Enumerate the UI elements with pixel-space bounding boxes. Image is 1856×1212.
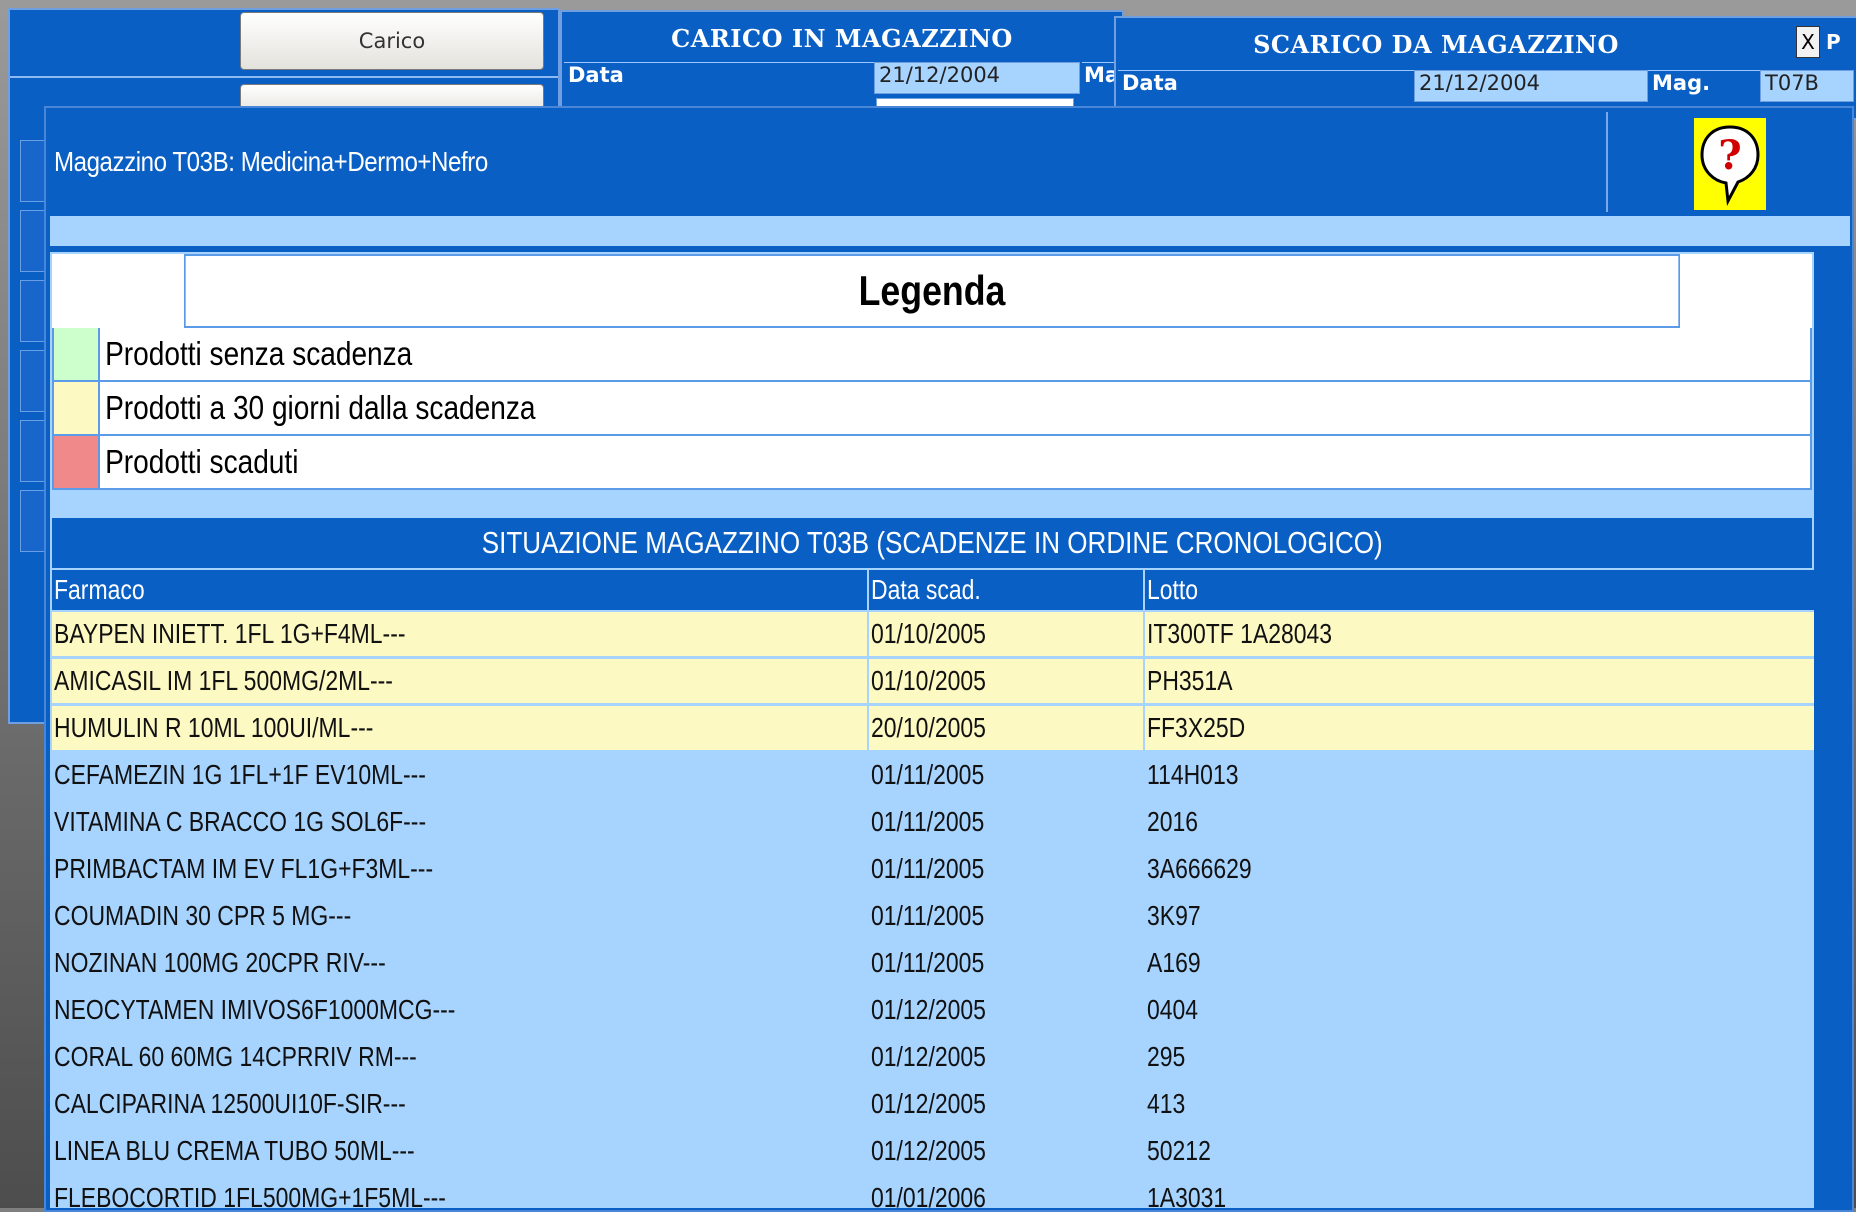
- cell-farmaco: CALCIPARINA 12500UI10F-SIR---: [52, 1080, 868, 1129]
- table-row[interactable]: NEOCYTAMEN IMIVOS6F1000MCG--- 01/12/2005 0…: [52, 986, 1814, 1035]
- carico-button[interactable]: Carico: [240, 12, 544, 70]
- cell-farmaco: VITAMINA C BRACCO 1G SOL6F---: [52, 798, 868, 847]
- legend-item: Prodotti a 30 giorni dalla scadenza: [52, 382, 1812, 436]
- legend: Legenda Prodotti senza scadenza Prodotti…: [52, 254, 1812, 490]
- carico-window-title: CARICO IN MAGAZZINO: [671, 24, 1013, 53]
- cell-farmaco: HUMULIN R 10ML 100UI/ML---: [52, 704, 868, 753]
- legend-swatch-yellow: [54, 382, 100, 434]
- carico-data-label: Data: [564, 62, 874, 93]
- help-icon[interactable]: ?: [1694, 118, 1766, 210]
- table-row[interactable]: LINEA BLU CREMA TUBO 50ML--- 01/12/2005 50…: [52, 1127, 1814, 1176]
- cell-lotto: 3A666629: [1143, 845, 1814, 894]
- legend-item: Prodotti scaduti: [52, 436, 1812, 490]
- column-header-lotto[interactable]: Lotto: [1143, 570, 1814, 612]
- cell-lotto: 50212: [1143, 1127, 1814, 1176]
- scarico-mag-value[interactable]: T07B: [1760, 70, 1854, 102]
- table-row[interactable]: CEFAMEZIN 1G 1FL+1F EV10ML--- 01/11/2005 1…: [52, 751, 1814, 800]
- cell-lotto: 114H013: [1143, 751, 1814, 800]
- table-row[interactable]: VITAMINA C BRACCO 1G SOL6F--- 01/11/2005 2…: [52, 798, 1814, 847]
- table-row[interactable]: FLEBOCORTID 1FL500MG+1F5ML--- 01/01/2006 1…: [52, 1174, 1814, 1208]
- legend-title: Legenda: [184, 254, 1680, 328]
- table-row[interactable]: AMICASIL IM 1FL 500MG/2ML--- 01/10/2005 PH…: [52, 657, 1814, 706]
- table-row[interactable]: CORAL 60 60MG 14CPRRIV RM--- 01/12/2005 29…: [52, 1033, 1814, 1082]
- cell-data-scad: 01/01/2006: [867, 1174, 1144, 1208]
- table-header-row: Farmaco Data scad. Lotto: [52, 570, 1814, 612]
- cell-lotto: 1A3031: [1143, 1174, 1814, 1208]
- legend-item: Prodotti senza scadenza: [52, 328, 1812, 382]
- scarico-data-value[interactable]: 21/12/2004: [1414, 70, 1648, 102]
- scarico-data-label: Data: [1118, 70, 1416, 101]
- table-row[interactable]: PRIMBACTAM IM EV FL1G+F3ML--- 01/11/2005 3…: [52, 845, 1814, 894]
- situation-title: SITUAZIONE MAGAZZINO T03B (SCADENZE IN O…: [52, 518, 1812, 568]
- cell-farmaco: NEOCYTAMEN IMIVOS6F1000MCG---: [52, 986, 868, 1035]
- cell-farmaco: AMICASIL IM 1FL 500MG/2ML---: [52, 657, 868, 706]
- legend-label: Prodotti scaduti: [105, 443, 299, 480]
- cell-farmaco: NOZINAN 100MG 20CPR RIV---: [52, 939, 868, 988]
- table-row[interactable]: HUMULIN R 10ML 100UI/ML--- 20/10/2005 FF3X…: [52, 704, 1814, 753]
- cell-data-scad: 01/10/2005: [867, 657, 1144, 706]
- svg-text:?: ?: [1718, 132, 1741, 179]
- magazzino-window: Magazzino T03B: Medicina+Dermo+Nefro ? L…: [44, 106, 1854, 1212]
- table-row[interactable]: NOZINAN 100MG 20CPR RIV--- 01/11/2005 A169: [52, 939, 1814, 988]
- cell-data-scad: 01/11/2005: [867, 845, 1144, 894]
- cell-lotto: A169: [1143, 939, 1814, 988]
- cell-farmaco: BAYPEN INIETT. 1FL 1G+F4ML---: [52, 611, 868, 659]
- header-band: [50, 216, 1850, 246]
- cell-lotto: 3K97: [1143, 892, 1814, 941]
- cell-farmaco: LINEA BLU CREMA TUBO 50ML---: [52, 1127, 868, 1176]
- cell-lotto: 295: [1143, 1033, 1814, 1082]
- column-header-farmaco[interactable]: Farmaco: [52, 570, 868, 612]
- stock-table: Farmaco Data scad. Lotto BAYPEN INIETT. …: [52, 570, 1814, 1208]
- cell-lotto: PH351A: [1143, 657, 1814, 706]
- p-button[interactable]: P: [1826, 30, 1841, 54]
- close-icon[interactable]: X: [1796, 26, 1820, 58]
- legend-swatch-red: [54, 436, 100, 488]
- carico-mag-label: Ma: [1082, 62, 1118, 93]
- carico-data-value[interactable]: 21/12/2004: [874, 62, 1080, 94]
- cell-lotto: FF3X25D: [1143, 704, 1814, 753]
- cell-farmaco: FLEBOCORTID 1FL500MG+1F5ML---: [52, 1174, 868, 1208]
- cell-farmaco: PRIMBACTAM IM EV FL1G+F3ML---: [52, 845, 868, 894]
- legend-label: Prodotti a 30 giorni dalla scadenza: [105, 389, 536, 426]
- situation-title-text: SITUAZIONE MAGAZZINO T03B (SCADENZE IN O…: [481, 525, 1383, 560]
- cell-data-scad: 01/12/2005: [867, 1033, 1144, 1082]
- legend-label: Prodotti senza scadenza: [105, 335, 413, 372]
- divider: [10, 76, 558, 78]
- legend-swatch-green: [54, 328, 100, 380]
- cell-data-scad: 01/11/2005: [867, 798, 1144, 847]
- cell-data-scad: 01/10/2005: [867, 611, 1144, 659]
- cell-data-scad: 01/12/2005: [867, 1080, 1144, 1129]
- window-header: Magazzino T03B: Medicina+Dermo+Nefro: [50, 112, 1608, 212]
- cell-data-scad: 01/11/2005: [867, 751, 1144, 800]
- table-row[interactable]: CALCIPARINA 12500UI10F-SIR--- 01/12/2005 4…: [52, 1080, 1814, 1129]
- table-row[interactable]: BAYPEN INIETT. 1FL 1G+F4ML--- 01/10/2005 I…: [52, 611, 1814, 659]
- cell-lotto: 0404: [1143, 986, 1814, 1035]
- cell-lotto: 413: [1143, 1080, 1814, 1129]
- cell-lotto: IT300TF 1A28043: [1143, 611, 1814, 659]
- cell-farmaco: CORAL 60 60MG 14CPRRIV RM---: [52, 1033, 868, 1082]
- report-content: Legenda Prodotti senza scadenza Prodotti…: [50, 252, 1814, 1208]
- table-row[interactable]: COUMADIN 30 CPR 5 MG--- 01/11/2005 3K97: [52, 892, 1814, 941]
- cell-farmaco: CEFAMEZIN 1G 1FL+1F EV10ML---: [52, 751, 868, 800]
- cell-data-scad: 01/12/2005: [867, 1127, 1144, 1176]
- cell-data-scad: 01/11/2005: [867, 892, 1144, 941]
- cell-farmaco: COUMADIN 30 CPR 5 MG---: [52, 892, 868, 941]
- scarico-window: SCARICO DA MAGAZZINO: [1114, 16, 1856, 120]
- cell-data-scad: 01/11/2005: [867, 939, 1144, 988]
- cell-data-scad: 01/12/2005: [867, 986, 1144, 1035]
- cell-lotto: 2016: [1143, 798, 1814, 847]
- scarico-window-title: SCARICO DA MAGAZZINO: [1253, 30, 1619, 59]
- cell-data-scad: 20/10/2005: [867, 704, 1144, 753]
- column-header-data-scad[interactable]: Data scad.: [867, 570, 1144, 612]
- window-title: Magazzino T03B: Medicina+Dermo+Nefro: [54, 146, 488, 177]
- scarico-mag-label: Mag.: [1648, 70, 1762, 101]
- question-balloon-icon: ?: [1700, 125, 1760, 207]
